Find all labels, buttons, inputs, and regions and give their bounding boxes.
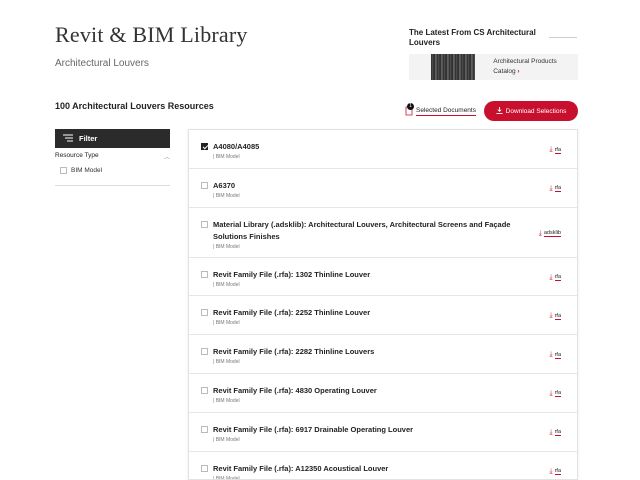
list-item[interactable]: Revit Family File (.rfa): 2252 Thinline … bbox=[189, 296, 577, 336]
item-download-link[interactable]: ⤓ rfa bbox=[549, 429, 561, 437]
catalog-link-label: Architectural Products Catalog bbox=[493, 58, 557, 75]
item-checkbox[interactable] bbox=[201, 425, 208, 433]
list-item[interactable]: Revit Family File (.rfa): 4830 Operating… bbox=[189, 374, 577, 413]
item-download-link[interactable]: ⤓ rfa bbox=[549, 468, 561, 476]
page-subtitle: Architectural Louvers bbox=[55, 58, 149, 69]
item-file-extension: rfa bbox=[554, 351, 561, 359]
item-title[interactable]: Revit Family File (.rfa): 6917 Drainable… bbox=[213, 424, 513, 436]
results-count: 100 Architectural Louvers Resources bbox=[55, 101, 214, 111]
document-icon: 1 bbox=[404, 103, 414, 116]
catalog-card[interactable]: Architectural Products Catalog › bbox=[409, 54, 578, 80]
selected-documents-label: Selected Documents bbox=[416, 106, 476, 116]
item-checkbox[interactable] bbox=[201, 309, 208, 317]
item-type: | BIM Model bbox=[213, 359, 240, 366]
catalog-thumbnail bbox=[409, 54, 480, 80]
list-item[interactable]: Revit Family File (.rfa): A12350 Acousti… bbox=[189, 452, 577, 480]
chevron-up-icon: ︿ bbox=[163, 155, 170, 161]
chevron-right-icon: › bbox=[517, 68, 520, 75]
item-type: | BIM Model bbox=[213, 192, 240, 199]
item-download-link[interactable]: ⤓ rfa bbox=[549, 146, 561, 154]
divider bbox=[549, 37, 577, 38]
filter-toggle[interactable]: Filter bbox=[55, 129, 170, 148]
item-checkbox[interactable] bbox=[201, 386, 208, 394]
item-type: | BIM Model bbox=[213, 397, 240, 404]
item-title[interactable]: Material Library (.adsklib): Architectur… bbox=[213, 219, 513, 243]
item-file-extension: rfa bbox=[554, 146, 561, 154]
item-title[interactable]: Revit Family File (.rfa): 2282 Thinline … bbox=[213, 346, 513, 358]
facet-option-bim-model[interactable]: BIM Model bbox=[60, 167, 102, 174]
item-download-link[interactable]: ⤓ rfa bbox=[549, 351, 561, 359]
download-icon: ⤓ bbox=[549, 467, 553, 475]
resource-list: A4080/A4085 | BIM Model ⤓ rfa A6370 | BIM Mod… bbox=[188, 129, 578, 480]
download-icon: ⤓ bbox=[549, 146, 553, 153]
latest-heading: The Latest From CS Architectural Louvers bbox=[409, 28, 536, 47]
download-selections-label: Download Selections bbox=[505, 107, 567, 115]
download-icon bbox=[496, 106, 503, 116]
item-checkbox[interactable] bbox=[201, 143, 208, 150]
list-item[interactable]: Revit Family File (.rfa): 6917 Drainable… bbox=[189, 413, 577, 452]
download-icon: ⤓ bbox=[549, 351, 553, 359]
download-selections-button[interactable]: Download Selections bbox=[484, 101, 578, 121]
download-icon: ⤓ bbox=[538, 229, 542, 237]
item-file-extension: rfa bbox=[554, 429, 561, 437]
download-icon: ⤓ bbox=[549, 428, 553, 436]
item-checkbox[interactable] bbox=[201, 464, 208, 472]
item-title[interactable]: Revit Family File (.rfa): 2252 Thinline … bbox=[213, 307, 513, 319]
item-download-link[interactable]: ⤓ rfa bbox=[549, 185, 561, 193]
item-file-extension: rfa bbox=[554, 390, 561, 398]
catalog-link[interactable]: Architectural Products Catalog › bbox=[479, 57, 578, 77]
item-download-link[interactable]: ⤓ rfa bbox=[549, 274, 561, 282]
list-item[interactable]: A6370 | BIM Model ⤓ rfa bbox=[189, 169, 577, 208]
item-checkbox[interactable] bbox=[201, 181, 208, 189]
item-checkbox[interactable] bbox=[201, 348, 208, 356]
item-type: | BIM Model bbox=[213, 243, 240, 250]
facet-title-label: Resource Type bbox=[55, 152, 99, 159]
item-title[interactable]: Revit Family File (.rfa): 1302 Thinline … bbox=[213, 269, 513, 281]
filter-icon bbox=[63, 134, 73, 144]
item-file-extension: adsklib bbox=[543, 230, 561, 238]
item-title[interactable]: A4080/A4085 bbox=[213, 141, 513, 153]
item-type: | BIM Model bbox=[213, 320, 240, 327]
download-icon: ⤓ bbox=[549, 273, 553, 281]
facet-option-label: BIM Model bbox=[71, 167, 103, 174]
item-file-extension: rfa bbox=[554, 312, 561, 320]
item-download-link[interactable]: ⤓ rfa bbox=[549, 312, 561, 320]
list-item[interactable]: Revit Family File (.rfa): 1302 Thinline … bbox=[189, 258, 577, 297]
list-item[interactable]: Material Library (.adsklib): Architectur… bbox=[189, 208, 577, 258]
item-download-link[interactable]: ⤓ adsklib bbox=[539, 230, 561, 238]
item-title[interactable]: A6370 bbox=[213, 180, 513, 192]
selected-count-badge: 1 bbox=[407, 103, 414, 110]
item-file-extension: rfa bbox=[554, 274, 561, 282]
list-item[interactable]: A4080/A4085 | BIM Model ⤓ rfa bbox=[189, 130, 577, 169]
checkbox[interactable] bbox=[60, 167, 67, 174]
divider bbox=[55, 185, 170, 186]
download-icon: ⤓ bbox=[549, 312, 553, 320]
download-icon: ⤓ bbox=[549, 389, 553, 397]
filter-label: Filter bbox=[79, 134, 98, 143]
item-file-extension: rfa bbox=[554, 185, 561, 193]
item-checkbox[interactable] bbox=[201, 220, 208, 228]
item-type: | BIM Model bbox=[213, 475, 240, 480]
item-title[interactable]: Revit Family File (.rfa): A12350 Acousti… bbox=[213, 463, 513, 475]
item-file-extension: rfa bbox=[554, 468, 561, 476]
list-item[interactable]: Revit Family File (.rfa): 2282 Thinline … bbox=[189, 335, 577, 374]
download-icon: ⤓ bbox=[549, 184, 553, 192]
item-title[interactable]: Revit Family File (.rfa): 4830 Operating… bbox=[213, 385, 513, 397]
selected-documents-link[interactable]: 1 Selected Documents bbox=[404, 103, 476, 116]
facet-resource-type[interactable]: Resource Type ︿ bbox=[55, 152, 170, 161]
item-type: | BIM Model bbox=[213, 154, 240, 160]
item-checkbox[interactable] bbox=[201, 270, 208, 278]
item-type: | BIM Model bbox=[213, 436, 240, 443]
page-title: Revit & BIM Library bbox=[55, 22, 248, 47]
item-type: | BIM Model bbox=[213, 281, 240, 288]
item-download-link[interactable]: ⤓ rfa bbox=[549, 390, 561, 398]
